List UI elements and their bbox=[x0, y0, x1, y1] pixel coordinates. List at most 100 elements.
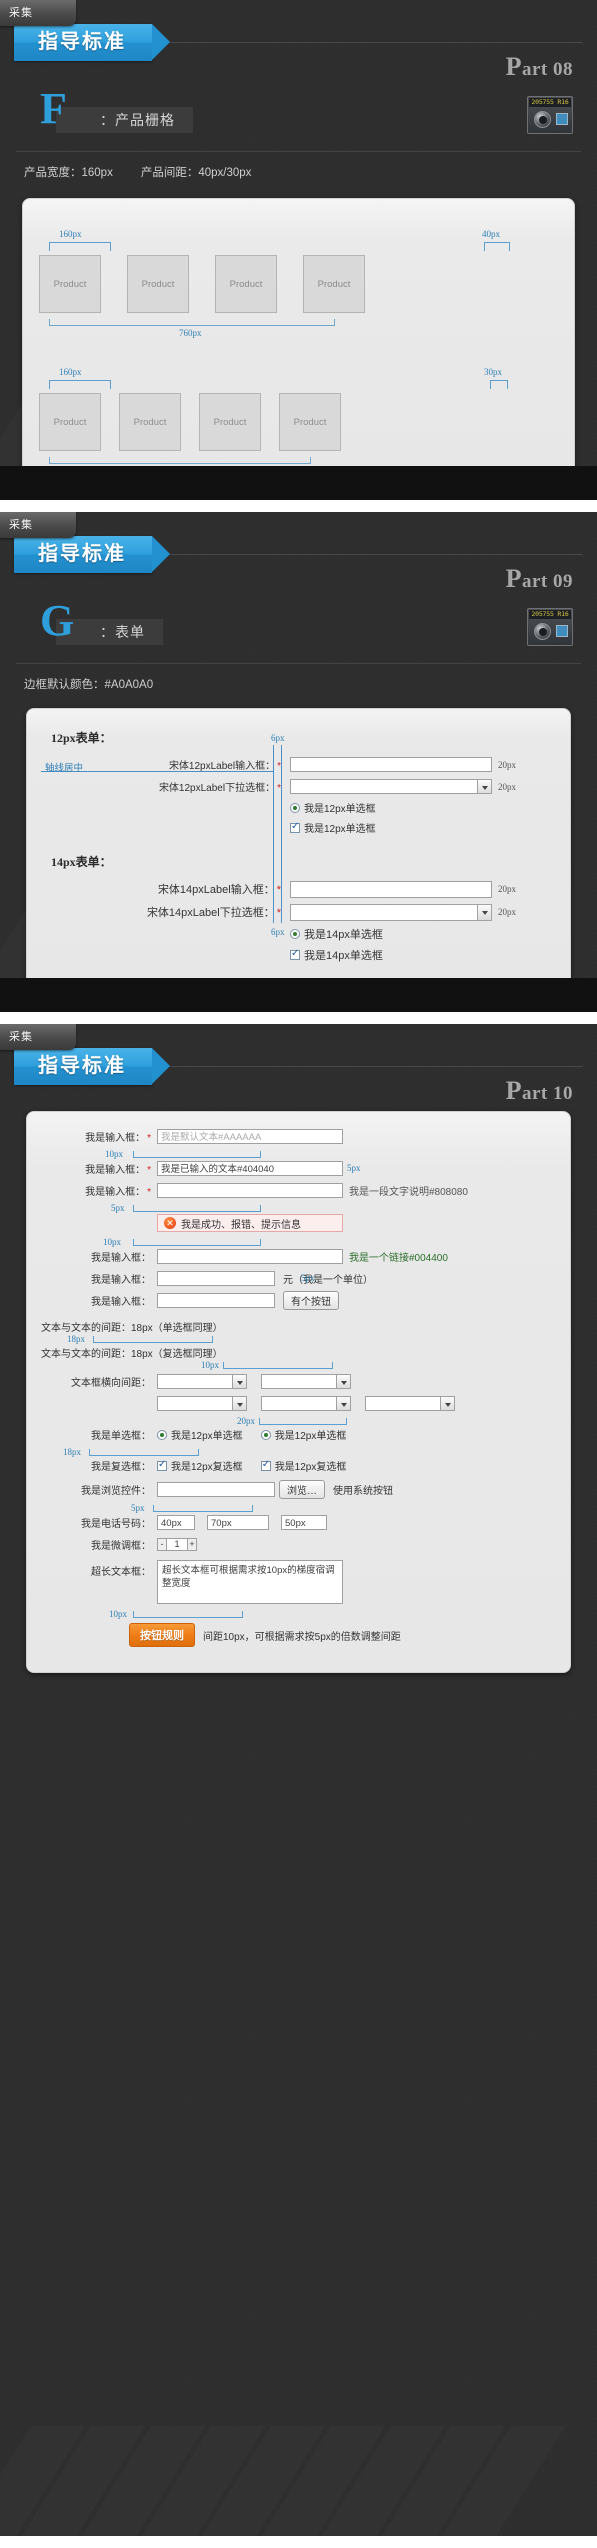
checkbox-option[interactable]: 我是12px复选框 bbox=[157, 1458, 243, 1473]
radio-option[interactable]: 我是14px单选框 bbox=[290, 926, 383, 942]
chevron-down-icon[interactable] bbox=[232, 1396, 246, 1410]
spacing-note-2: 文本与文本的间距：18px（复选框同理） bbox=[41, 1349, 223, 1360]
row-side-label: 20px bbox=[498, 907, 516, 917]
select-input[interactable] bbox=[290, 779, 492, 794]
text-input[interactable] bbox=[157, 1293, 275, 1308]
field-link-note[interactable]: 我是一个链接#004400 bbox=[349, 1249, 448, 1264]
select-input[interactable] bbox=[157, 1373, 247, 1389]
form-row: 我是浏览控件： 浏览… 使用系统按钮 bbox=[41, 1480, 556, 1499]
form-row: 我是输入框： * 我是默认文本#AAAAAA bbox=[41, 1128, 556, 1144]
stepper-minus-button[interactable]: - bbox=[157, 1537, 167, 1551]
phone-number-input[interactable]: 70px bbox=[207, 1514, 269, 1530]
quantity-stepper[interactable]: - 1 + bbox=[157, 1537, 197, 1551]
chevron-down-icon[interactable] bbox=[477, 904, 491, 920]
text-input[interactable]: 我是默认文本#AAAAAA bbox=[157, 1128, 343, 1144]
gap-label: 18px bbox=[63, 1447, 81, 1457]
form-row: 我是输入框： 我是一个链接#004400 bbox=[41, 1248, 556, 1264]
browse-button[interactable]: 浏览… bbox=[279, 1480, 325, 1499]
select-input[interactable] bbox=[365, 1395, 455, 1411]
form-row: 我是输入框： * 我是已输入的文本#404040 5px bbox=[41, 1160, 556, 1176]
status-message: ✕ 我是成功、报错、提示信息 bbox=[157, 1214, 343, 1232]
form12-title: 12px表单： bbox=[51, 731, 112, 745]
inline-button[interactable]: 有个按钮 bbox=[283, 1291, 339, 1310]
gap-label: 5px bbox=[111, 1203, 125, 1213]
radio-icon[interactable] bbox=[260, 1430, 271, 1440]
form-row: 我是12px单选框 bbox=[101, 800, 556, 815]
grid-block-2: 160px 30px Product Product Product Produ… bbox=[39, 367, 558, 479]
collect-tag[interactable]: 采集 bbox=[0, 1024, 76, 1050]
checkbox-icon[interactable] bbox=[157, 1459, 167, 1471]
file-path-input[interactable] bbox=[157, 1482, 275, 1497]
product-box: Product bbox=[215, 255, 277, 313]
phone-ext-input[interactable]: 50px bbox=[281, 1514, 327, 1530]
select-input[interactable] bbox=[157, 1395, 247, 1411]
form-row: 宋体14pxLabel下拉选框： * 20px bbox=[101, 903, 556, 921]
part-10-page: 采集 指导标准 Part 10 我是输入框： * 我是默认文本#AAAAAA 10… bbox=[0, 1024, 597, 2536]
row-label: 我是浏览控件： bbox=[81, 1486, 151, 1497]
text-input[interactable] bbox=[157, 1270, 275, 1286]
product-box: Product bbox=[39, 393, 101, 451]
select-input[interactable] bbox=[290, 903, 492, 921]
long-textarea[interactable]: 超长文本框可根据需求按10px的梯度宿调整宽度 bbox=[157, 1560, 343, 1604]
vertical-gap-band bbox=[273, 745, 282, 923]
radio-option[interactable]: 我是12px单选框 bbox=[290, 800, 376, 815]
checkbox-icon[interactable] bbox=[290, 821, 300, 833]
radio-option[interactable]: 我是12px单选框 bbox=[260, 1427, 346, 1442]
axis-label: 轴线居中 bbox=[45, 764, 84, 774]
stepper-plus-button[interactable]: + bbox=[187, 1537, 197, 1551]
stepper-value[interactable]: 1 bbox=[167, 1537, 187, 1551]
gap-bracket bbox=[153, 1505, 253, 1512]
text-input[interactable] bbox=[157, 1248, 343, 1264]
form-row: 超长文本框： 超长文本框可根据需求按10px的梯度宿调整宽度 bbox=[41, 1560, 556, 1604]
section-plate: ：产品栅格 bbox=[56, 107, 193, 133]
side-gap-label: 5px bbox=[347, 1163, 361, 1173]
gap-label: 10px bbox=[105, 1149, 123, 1159]
footer-bar bbox=[0, 978, 597, 1012]
radio-icon[interactable] bbox=[290, 929, 300, 939]
diagonal-decoration bbox=[0, 2426, 597, 2536]
checkbox-icon[interactable] bbox=[260, 1459, 271, 1471]
radio-icon[interactable] bbox=[157, 1430, 167, 1440]
row-side-label: 20px bbox=[498, 759, 516, 770]
checkbox-icon[interactable] bbox=[290, 948, 300, 960]
text-input[interactable]: 我是已输入的文本#404040 bbox=[157, 1160, 343, 1176]
text-input[interactable] bbox=[290, 757, 492, 772]
checkbox-option[interactable]: 我是14px单选框 bbox=[290, 947, 383, 963]
chevron-down-icon[interactable] bbox=[477, 780, 491, 793]
product-box: Product bbox=[39, 255, 101, 313]
form-row: 我是14px单选框 bbox=[101, 926, 556, 942]
gap-bottom-label: 6px bbox=[271, 927, 285, 937]
chevron-down-icon[interactable] bbox=[336, 1374, 350, 1388]
row-label: 宋体14pxLabel输入框： * bbox=[157, 884, 281, 896]
select-input[interactable] bbox=[261, 1395, 351, 1411]
radio-icon[interactable] bbox=[290, 803, 300, 813]
checkbox-option[interactable]: 我是12px复选框 bbox=[260, 1458, 346, 1473]
checkbox-option[interactable]: 我是12px单选框 bbox=[290, 820, 376, 835]
text-input[interactable] bbox=[290, 880, 492, 898]
chevron-down-icon[interactable] bbox=[336, 1396, 350, 1410]
row-label: 宋体14pxLabel下拉选框： * bbox=[146, 907, 281, 919]
section-meta: 边框默认颜色：#A0A0A0 bbox=[24, 676, 597, 692]
row-label: 超长文本框： bbox=[91, 1567, 151, 1578]
form-row: 文本框横向间距： bbox=[41, 1373, 556, 1389]
phone-area-input[interactable]: 40px bbox=[157, 1514, 195, 1530]
row-label: 我是输入框： * bbox=[85, 1132, 151, 1144]
grid2-gap-label: 30px bbox=[484, 367, 502, 377]
primary-button[interactable]: 按钮规则 bbox=[129, 1623, 195, 1647]
form-row-message: ✕ 我是成功、报错、提示信息 bbox=[41, 1214, 556, 1232]
form-row bbox=[41, 1395, 556, 1411]
grid1-width-label: 160px bbox=[59, 229, 82, 239]
select-input[interactable] bbox=[261, 1373, 351, 1389]
chevron-down-icon[interactable] bbox=[232, 1374, 246, 1388]
spacing-note-1: 文本与文本的间距：18px（单选框同理） bbox=[41, 1323, 223, 1334]
section-rule bbox=[16, 151, 581, 152]
text-input[interactable] bbox=[157, 1182, 343, 1198]
collect-tag[interactable]: 采集 bbox=[0, 0, 76, 26]
part-09-page: 采集 指导标准 Part 09 ：表单 G 边框默认颜色：#A0A0A0 205… bbox=[0, 512, 597, 1012]
chevron-down-icon[interactable] bbox=[440, 1396, 454, 1410]
gap-bracket bbox=[133, 1151, 261, 1158]
collect-tag[interactable]: 采集 bbox=[0, 512, 76, 538]
grid1-measure-bottom: 760px bbox=[39, 317, 558, 341]
radio-option[interactable]: 我是12px单选框 bbox=[157, 1427, 243, 1442]
part-number-prefix: P bbox=[505, 1076, 522, 1105]
